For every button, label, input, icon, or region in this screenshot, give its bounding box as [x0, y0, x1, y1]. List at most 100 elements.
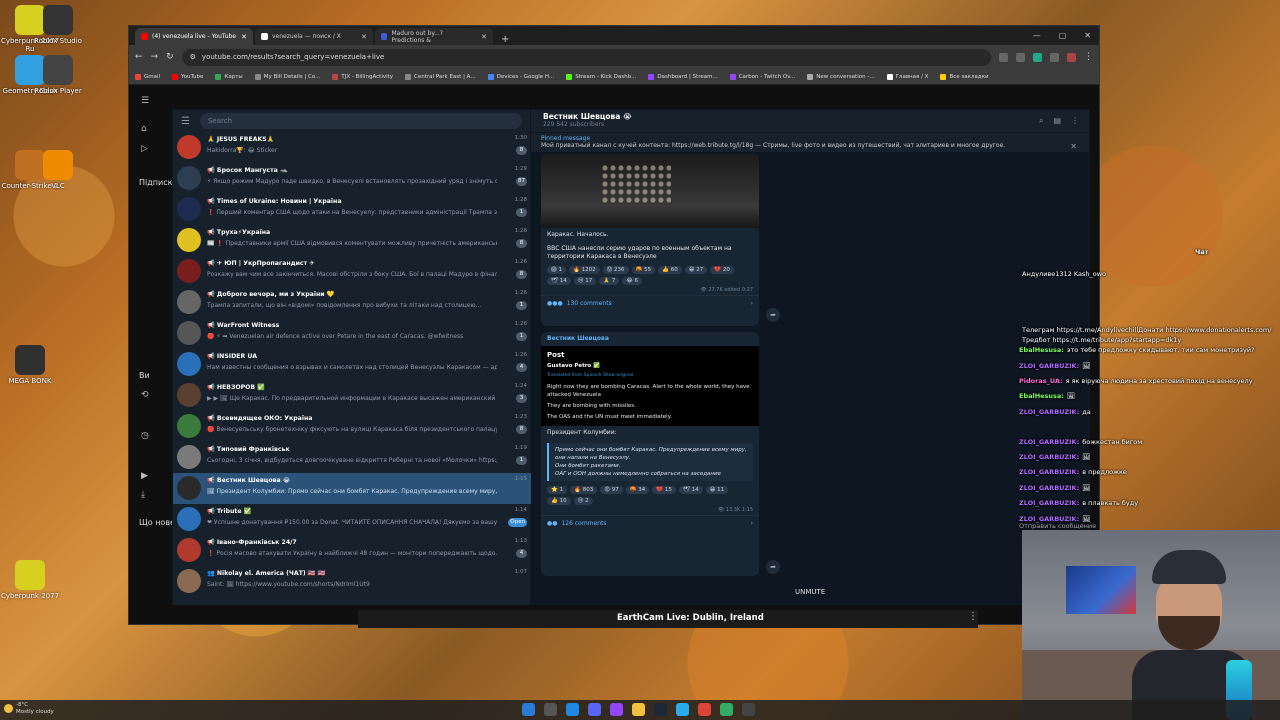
tab-youtube[interactable]: (4) venezuela live - YouTube ✕ [135, 28, 253, 45]
new-tab-button[interactable]: + [495, 34, 515, 45]
maximize-icon[interactable]: ▢ [1059, 31, 1067, 40]
bookmark-item[interactable]: Все закладки [940, 73, 989, 80]
discord-icon[interactable] [588, 703, 601, 716]
chat-username[interactable]: ZLOI_GARBUZIK: [1019, 408, 1079, 416]
desktop-icon-roblox-player[interactable]: Roblox Player [28, 55, 88, 95]
desktop-icon-vlc[interactable]: VLC [28, 150, 88, 190]
reaction-chip[interactable]: 🕊 14 [547, 277, 571, 285]
watch-later-icon[interactable]: ◷ [141, 431, 155, 441]
weather-widget[interactable]: -8°C Mostly cloudy [16, 702, 54, 716]
reaction-chip[interactable]: 😁 27 [684, 266, 708, 274]
site-info-icon[interactable]: ⚙ [190, 53, 196, 61]
reaction-chip[interactable]: 🤬 55 [631, 266, 656, 274]
reaction-chip[interactable]: 👍 60 [658, 266, 682, 274]
chat-list-item[interactable]: 🙏 JESUS FREAKS🙏 Hakidorra🏆: 😂 Sticker 1:30… [173, 132, 531, 163]
chat-list-item[interactable]: 📢 НЕВЗОРОВ ✅ ▶ ▶ 🖼 Ще Каракас. По предвар… [173, 380, 531, 411]
edge-icon[interactable] [566, 703, 579, 716]
twitch-icon[interactable] [610, 703, 623, 716]
bookmark-item[interactable]: Gmail [135, 73, 160, 80]
chat-list-item[interactable]: 📢 Times of Ukraine: Новини | Україна ❗ Пе… [173, 194, 531, 225]
share-icon[interactable]: ➦ [766, 308, 780, 322]
reaction-chip[interactable]: ⭐ 1 [547, 486, 568, 494]
share-icon[interactable]: ➦ [766, 560, 780, 574]
bookmark-item[interactable]: Карты [215, 73, 243, 80]
bookmark-item[interactable]: Central Park East | A... [405, 73, 476, 80]
bookmark-item[interactable]: My Bill Details | Co... [254, 73, 320, 80]
minimize-icon[interactable]: — [1033, 31, 1041, 40]
desktop-icon-cyberpunk[interactable]: Cyberpunk 2077 [0, 560, 60, 600]
search-input[interactable]: Search [199, 113, 522, 129]
steam-icon[interactable] [654, 703, 667, 716]
extension-icon[interactable] [1050, 52, 1059, 62]
obs-icon[interactable] [742, 703, 755, 716]
channel-post[interactable]: Каракас. Началось. ВВС США нанесли серию… [541, 154, 759, 326]
task-view-icon[interactable] [544, 703, 557, 716]
reaction-chip[interactable]: 🤬 34 [625, 486, 650, 494]
app-icon[interactable] [720, 703, 733, 716]
chat-list-item[interactable]: 📢 Типовий Франківськ Сьогодні, 3 січня, в… [173, 442, 531, 473]
chat-username[interactable]: ZLOI_GARBUZIK: [1019, 484, 1079, 492]
start-icon[interactable] [522, 703, 535, 716]
chat-list-item[interactable]: 📢 Всевидящее ОКО: Україна 🔴 Венесуельську… [173, 411, 531, 442]
more-icon[interactable]: ⋮ [1071, 116, 1079, 126]
shorts-icon[interactable]: ▷ [141, 144, 155, 154]
bookmark-item[interactable]: YouTube [172, 73, 203, 80]
download-icon[interactable]: ⤓ [141, 490, 155, 500]
chat-list-item[interactable]: 📢 WarFront Witness 🔴 ⚡ ➡ Venezuelan air d… [173, 318, 531, 349]
extension-icon[interactable] [1033, 52, 1042, 62]
bookmark-item[interactable]: Stream - Kick Dashb... [566, 73, 636, 80]
comments-button[interactable]: ●●● 130 comments › [541, 295, 759, 311]
desktop-icon-roblox-studio[interactable]: Roblox Studio [28, 5, 88, 45]
close-icon[interactable]: ✕ [241, 33, 247, 41]
forward-icon[interactable]: → [151, 52, 159, 62]
close-icon[interactable]: ✕ [361, 33, 367, 41]
tab-x-search[interactable]: venezuela — поиск / X ✕ [255, 28, 373, 45]
reaction-chip[interactable]: 👍 10 [547, 497, 571, 505]
reaction-chip[interactable]: 😡 97 [600, 486, 623, 494]
close-window-icon[interactable]: ✕ [1084, 31, 1091, 40]
comments-button[interactable]: ●● 126 comments › [541, 515, 759, 531]
reaction-chip[interactable]: 🔥 803 [570, 486, 598, 494]
bookmark-item[interactable]: Главная / X [886, 73, 928, 80]
menu-icon[interactable]: ⋮ [1084, 52, 1093, 62]
history-icon[interactable]: ⟲ [141, 390, 155, 400]
reaction-chip[interactable]: 😱 1 [547, 266, 566, 274]
bookmark-item[interactable]: Carbon - Twitch Ov... [729, 73, 795, 80]
sidebar-toggle-icon[interactable]: ▤ [1053, 116, 1061, 126]
back-icon[interactable]: ← [135, 52, 143, 62]
chat-list-item[interactable]: 📢 Івано-Франківськ 24/7 ❗ Росія масово ат… [173, 535, 531, 566]
chat-username[interactable]: ZLOI_GARBUZIK: [1019, 468, 1079, 476]
post-image[interactable] [541, 154, 759, 228]
chat-list-item[interactable]: 👥 Nikolay el. America (ЧАТ) 🇺🇸 🇺🇸 Saint: … [173, 566, 531, 597]
bookmark-item[interactable]: Devices - Google H... [487, 73, 554, 80]
chat-list-item[interactable]: 📢 Tribute ✅ ❤ Успішне донатування ₽150.00… [173, 504, 531, 535]
chat-username[interactable]: EbalHesusa: [1019, 392, 1064, 400]
search-icon[interactable]: ⌕ [1039, 116, 1043, 126]
file-explorer-icon[interactable] [632, 703, 645, 716]
reload-icon[interactable]: ↻ [166, 52, 174, 62]
chat-list-item[interactable]: 📢 ✈ ЮП | УкрПропагандист ✈ Розкажу вам чи… [173, 256, 531, 287]
reaction-chip[interactable]: 🕊 14 [678, 486, 703, 494]
reaction-chip[interactable]: 😂 6 [622, 277, 643, 285]
chat-list-item[interactable]: 📢 Доброго вечора, ми з України 💛 Трампа з… [173, 287, 531, 318]
close-icon[interactable]: ✕ [481, 33, 487, 41]
chat-list-item[interactable]: 📢 INSIDER UA Нам известны сообщения о взр… [173, 349, 531, 380]
you-label[interactable]: Ви [139, 371, 150, 380]
chat-list-item[interactable]: 📢 Труха⚡Україна 📰 ❗ Представники армії СШ… [173, 225, 531, 256]
chat-username[interactable]: ZLOI_GARBUZIK: [1019, 453, 1079, 461]
chat-username[interactable]: ZLOI_GARBUZIK: [1019, 362, 1079, 370]
extension-icon[interactable] [999, 52, 1008, 62]
home-icon[interactable]: ⌂ [141, 124, 155, 134]
chat-list-item[interactable]: 📢 Бросок Мангуста 🦡 ⚡ Якщо режим Мадуро п… [173, 163, 531, 194]
telegram-icon[interactable] [676, 703, 689, 716]
bookmark-item[interactable]: TJX - BillingActivity [332, 73, 393, 80]
more-icon[interactable]: ⋮ [968, 611, 978, 622]
desktop-icon-megabonk[interactable]: MEGA BONK [0, 345, 60, 385]
chat-username[interactable]: ZLOI_GARBUZIK: [1019, 499, 1079, 507]
reaction-chip[interactable]: 💔 15 [652, 486, 676, 494]
close-icon[interactable]: ✕ [1070, 142, 1077, 151]
chrome-icon[interactable] [698, 703, 711, 716]
reaction-chip[interactable]: 😡 236 [602, 266, 629, 274]
profile-icon[interactable] [1067, 52, 1076, 62]
address-bar[interactable]: ⚙ youtube.com/results?search_query=venez… [181, 48, 991, 66]
